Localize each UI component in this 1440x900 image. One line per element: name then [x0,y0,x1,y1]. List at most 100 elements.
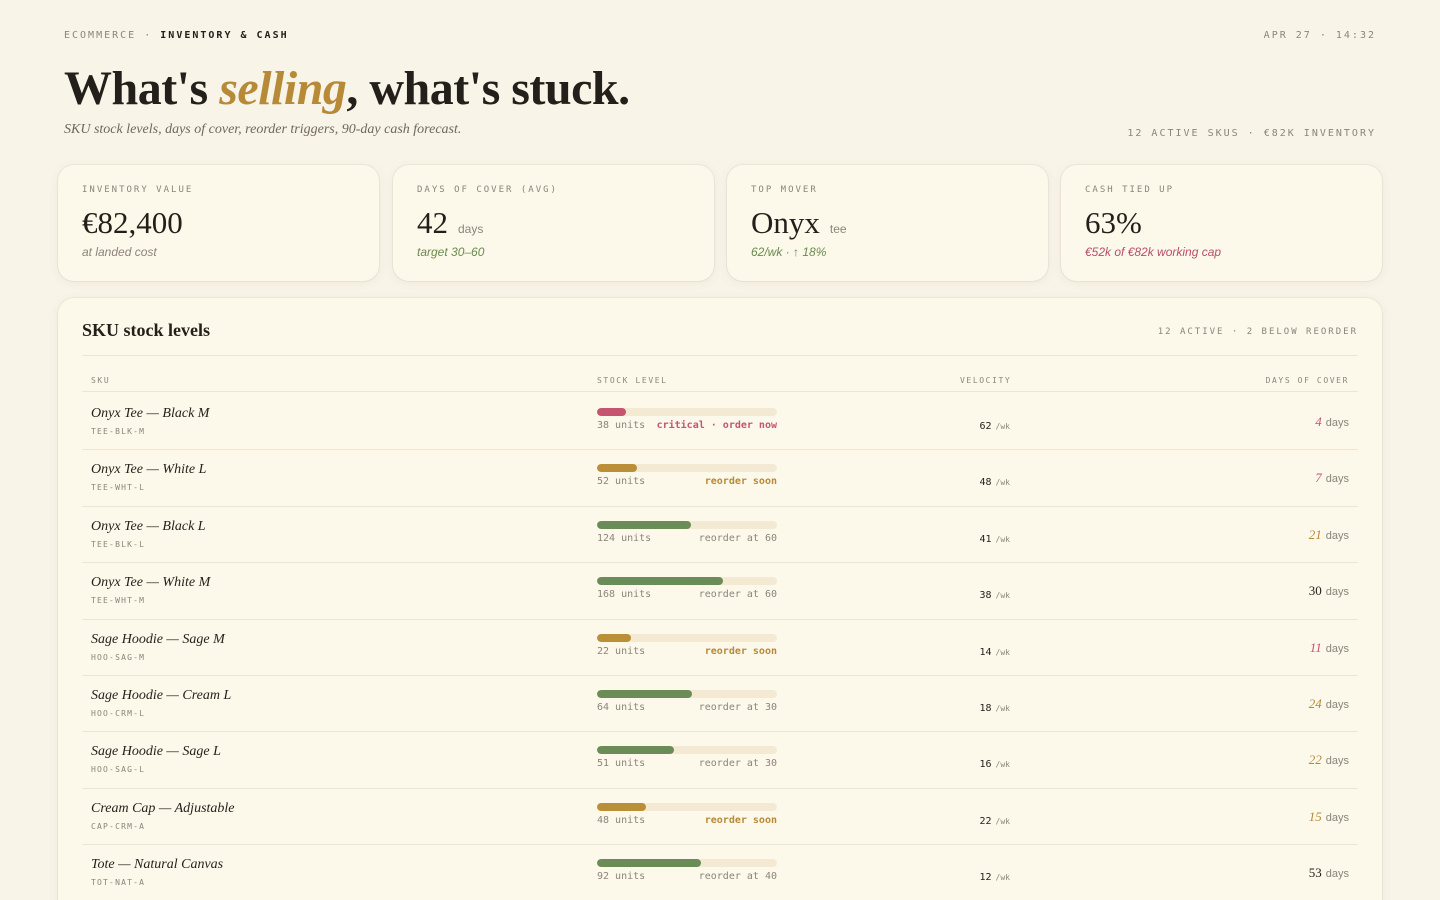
kpi-note: target 30–60 [417,245,485,259]
kpi-card[interactable]: TOP MOVER Onyx tee 62/wk · ↑ 18% [727,165,1048,281]
velocity-cell: 18/wk [922,698,1011,716]
sku-name: Onyx Tee — Black M [91,406,210,421]
days-of-cover-value: 53 [1308,865,1322,881]
kpi-value: Onyx [751,205,820,240]
stock-level-fill [597,520,691,529]
velocity-unit: /wk [995,591,1010,601]
days-of-cover-unit: days [1325,417,1349,429]
stock-level-fill [597,408,626,416]
table-row[interactable]: Cream Cap — Adjustable CAP-CRM-A 48 units r… [82,789,1358,846]
sku-code: TEE-BLK-M [91,427,146,436]
velocity-unit: /wk [995,760,1010,770]
table-row[interactable]: Onyx Tee — Black M TEE-BLK-M 38 units criti… [82,394,1358,451]
velocity-value: 41 [979,533,992,545]
days-of-cover-value: 21 [1308,526,1322,542]
days-of-cover-value: 24 [1308,695,1322,711]
days-of-cover-unit: days [1325,868,1349,881]
sku-stock-panel: SKU stock levels 12 ACTIVE · 2 BELOW REO… [58,298,1382,900]
panel-title: SKU stock levels [82,320,210,340]
stock-status: reorder at 40 [698,871,777,883]
velocity-cell: 16/wk [922,754,1011,772]
kpi-value: 63% [1085,205,1142,240]
velocity-value: 48 [979,477,992,489]
page-title: What's selling, what's stuck. [64,60,630,118]
sku-code: TEE-WHT-M [91,596,146,606]
sku-code: HOO-SAG-L [91,765,146,775]
velocity-unit: /wk [995,703,1010,713]
velocity-cell: 12/wk [922,867,1011,885]
days-of-cover-value: 30 [1308,583,1322,599]
days-of-cover-unit: days [1325,586,1349,599]
column-header-sku[interactable]: SKU [91,376,110,385]
sku-code: HOO-SAG-M [91,652,146,662]
table-row[interactable]: Onyx Tee — Black L TEE-BLK-L 124 units reor… [82,507,1358,564]
kpi-card[interactable]: DAYS OF COVER (AVG) 42 days target 30–60 [393,165,714,281]
table-row[interactable]: Onyx Tee — White L TEE-WHT-L 52 units reord… [82,450,1358,507]
column-header-days-of-cover[interactable]: DAYS OF COVER [1266,376,1349,385]
velocity-cell: 41/wk [922,529,1011,547]
panel-divider [82,355,1358,356]
stock-status: critical · order now [656,420,777,431]
table-row[interactable]: Sage Hoodie — Sage M HOO-SAG-M 22 units reo… [82,620,1358,676]
top-bar: ECOMMERCE · INVENTORY & CASH APR 27 · 14… [64,30,1376,44]
panel-meta: 12 ACTIVE · 2 BELOW REORDER [1157,327,1358,337]
sku-code: TEE-BLK-L [91,539,146,549]
velocity-unit: /wk [995,873,1010,883]
sku-name: Cream Cap — Adjustable [91,800,235,816]
stock-status: reorder soon [704,645,777,657]
days-of-cover-cell: 53 days [1309,864,1349,882]
velocity-value: 62 [979,421,992,432]
days-of-cover-value: 11 [1309,639,1322,655]
kpi-card[interactable]: INVENTORY VALUE €82,400 at landed cost [58,165,379,281]
stock-level-bar [597,633,777,642]
sku-name: Sage Hoodie — Sage L [91,744,221,760]
kpi-card[interactable]: CASH TIED UP 63% €52k of €82k working cap [1061,165,1382,281]
stock-level-fill [597,802,646,811]
days-of-cover-unit: days [1325,698,1349,711]
stock-level-fill [597,689,693,698]
kpi-value: 42 [417,205,448,240]
velocity-value: 14 [979,646,992,658]
column-header-stock-level[interactable]: STOCK LEVEL [597,376,668,385]
days-of-cover-value: 22 [1308,752,1322,768]
kpi-value-row: Onyx tee [751,205,1024,241]
page-subtitle: SKU stock levels, days of cover, reorder… [64,122,462,137]
stock-level-bar [597,746,777,755]
sku-name: Sage Hoodie — Cream L [91,687,232,703]
kpi-row: INVENTORY VALUE €82,400 at landed cost DAYS… [58,165,1382,281]
sku-name: Onyx Tee — White L [91,462,207,478]
days-of-cover-cell: 24 days [1309,695,1349,713]
column-header-velocity[interactable]: VELOCITY [960,376,1011,385]
sku-code: CAP-CRM-A [91,821,146,831]
kpi-label: TOP MOVER [751,185,818,195]
summary-meta: 12 ACTIVE SKUS · €82K INVENTORY [1127,128,1376,139]
stock-level-fill [597,633,632,642]
kpi-label: CASH TIED UP [1085,185,1175,195]
breadcrumb: ECOMMERCE · INVENTORY & CASH [64,30,289,41]
table-row[interactable]: Sage Hoodie — Sage L HOO-SAG-L 51 units reo… [82,732,1358,789]
velocity-value: 16 [979,759,992,771]
table-row[interactable]: Onyx Tee — White M TEE-WHT-M 168 units reor… [82,563,1358,620]
kpi-unit: tee [829,222,847,236]
velocity-unit: /wk [995,534,1010,544]
table-row[interactable]: Tote — Natural Canvas TOT-NAT-A 92 units re… [82,845,1358,900]
sku-name: Sage Hoodie — Sage M [91,631,225,647]
sku-name: Tote — Natural Canvas [91,857,224,873]
kpi-label: DAYS OF COVER (AVG) [417,185,558,195]
velocity-unit: /wk [995,647,1010,657]
days-of-cover-cell: 11 days [1310,639,1349,657]
velocity-cell: 14/wk [922,642,1011,660]
days-of-cover-cell: 4 days [1315,413,1349,431]
stock-level-bar [597,520,777,529]
table-row[interactable]: Sage Hoodie — Cream L HOO-CRM-L 64 units re… [82,676,1358,733]
sku-name: Onyx Tee — Black L [91,518,206,534]
stock-status: reorder at 30 [698,758,777,770]
table-header: SKU STOCK LEVEL VELOCITY DAYS OF COVER [82,370,1358,392]
breadcrumb-current: INVENTORY & CASH [160,30,289,41]
stock-status: reorder at 60 [698,589,777,601]
timestamp-time: 14:32 [1335,30,1376,41]
stock-level-fill [597,859,702,868]
velocity-cell: 22/wk [922,811,1011,829]
velocity-value: 38 [979,590,992,602]
breadcrumb-section[interactable]: ECOMMERCE [64,30,136,41]
